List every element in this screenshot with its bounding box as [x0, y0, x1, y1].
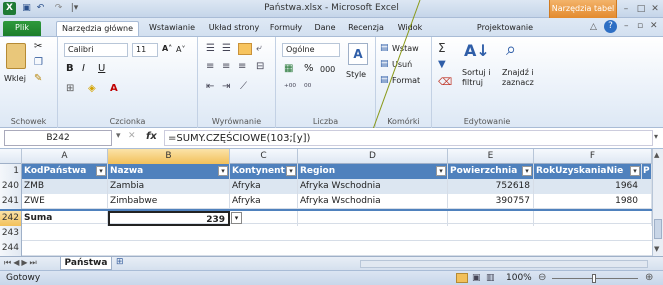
- table-cell[interactable]: 390757: [448, 194, 534, 209]
- table-cell[interactable]: [230, 211, 298, 226]
- select-all-corner[interactable]: [0, 149, 22, 164]
- row-header[interactable]: 243: [0, 226, 22, 241]
- zoom-in-icon[interactable]: ⊕: [645, 272, 653, 283]
- header-label: Nazwa: [110, 166, 144, 176]
- table-header-cell[interactable]: P: [642, 164, 652, 179]
- table-header-cell[interactable]: RokUzyskaniaNie ▾: [534, 164, 642, 179]
- table-cell[interactable]: Zimbabwe: [108, 194, 230, 209]
- table-cell[interactable]: [534, 211, 652, 226]
- filter-dropdown-icon[interactable]: ▾: [96, 166, 106, 176]
- status-ready: Gotowy: [6, 273, 41, 283]
- horizontal-scrollbar[interactable]: [360, 260, 648, 268]
- column-headers: A B C D E F: [0, 149, 663, 164]
- scroll-up-icon[interactable]: ▲: [654, 151, 659, 159]
- column-header-d[interactable]: D: [298, 149, 448, 164]
- zoom-slider-thumb[interactable]: [592, 274, 596, 283]
- table-header-cell[interactable]: Region ▾: [298, 164, 448, 179]
- total-value-cell[interactable]: 239: [108, 211, 230, 226]
- column-header-f[interactable]: F: [534, 149, 652, 164]
- total-row: 242 Suma 239 ▾: [0, 209, 652, 226]
- table-cell[interactable]: 1964: [534, 179, 652, 194]
- table-row: 240 ZMB Zambia Afryka Afryka Wschodnia 7…: [0, 179, 652, 194]
- header-label: Region: [300, 166, 336, 176]
- row-header[interactable]: 244: [0, 241, 22, 256]
- cancel-entry-icon[interactable]: ✕: [128, 131, 136, 141]
- status-bar: Gotowy ▣ ▥ 100% ⊖ ⊕: [0, 270, 663, 285]
- row-header[interactable]: 242: [0, 211, 22, 226]
- normal-view-icon[interactable]: [456, 273, 468, 283]
- expand-formula-icon[interactable]: ▾: [654, 132, 658, 141]
- table-row: 241 ZWE Zimbabwe Afryka Afryka Wschodnia…: [0, 194, 652, 209]
- filter-dropdown-icon[interactable]: ▾: [522, 166, 532, 176]
- table-cell[interactable]: [448, 211, 534, 226]
- table-cell[interactable]: Afryka Wschodnia: [298, 179, 448, 194]
- column-header-c[interactable]: C: [230, 149, 298, 164]
- formula-input[interactable]: =SUMY.CZĘŚCIOWE(103;[y]): [164, 130, 653, 146]
- table-header-cell[interactable]: Powierzchnia ▾: [448, 164, 534, 179]
- filter-dropdown-icon[interactable]: ▾: [630, 166, 640, 176]
- page-break-view-icon[interactable]: ▥: [486, 273, 495, 283]
- table-header-cell[interactable]: Nazwa ▾: [108, 164, 230, 179]
- column-header-b[interactable]: B: [108, 149, 230, 164]
- table-cell[interactable]: 752618: [448, 179, 534, 194]
- header-label: RokUzyskaniaNie: [536, 166, 624, 176]
- zoom-out-icon[interactable]: ⊖: [538, 272, 546, 283]
- table-cell[interactable]: Afryka: [230, 179, 298, 194]
- sheet-tab-panstwa[interactable]: Państwa: [60, 257, 112, 270]
- filter-dropdown-icon[interactable]: ▾: [218, 166, 228, 176]
- total-label-cell[interactable]: Suma: [22, 211, 108, 226]
- vertical-scrollbar[interactable]: ▲ ▼: [652, 149, 663, 256]
- table-cell[interactable]: Zambia: [108, 179, 230, 194]
- table-header-cell[interactable]: KodPaństwa ▾: [22, 164, 108, 179]
- insert-function-button[interactable]: fx: [146, 131, 157, 142]
- row-header[interactable]: 241: [0, 194, 22, 209]
- scroll-down-icon[interactable]: ▼: [654, 245, 659, 253]
- scroll-thumb[interactable]: [654, 219, 662, 239]
- filter-dropdown-icon[interactable]: ▾: [286, 166, 296, 176]
- table-cell[interactable]: ZWE: [22, 194, 108, 209]
- table-header-cell[interactable]: Kontynent ▾: [230, 164, 298, 179]
- column-header-e[interactable]: E: [448, 149, 534, 164]
- table-cell[interactable]: Afryka: [230, 194, 298, 209]
- row-header[interactable]: 240: [0, 179, 22, 194]
- name-box-dropdown-icon[interactable]: ▾: [116, 131, 121, 141]
- sheet-nav-icons[interactable]: ⏮◀▶⏭: [4, 258, 39, 268]
- table-cell[interactable]: [298, 211, 448, 226]
- insert-sheet-icon[interactable]: ⊞: [116, 257, 124, 267]
- table-header-row: 1 KodPaństwa ▾ Nazwa ▾ Kontynent ▾ Region ▾ …: [0, 164, 652, 179]
- zoom-level[interactable]: 100%: [506, 273, 532, 283]
- sheet-tab-bar: ⏮◀▶⏭ Państwa ⊞: [0, 256, 663, 270]
- column-header-a[interactable]: A: [22, 149, 108, 164]
- empty-row: 244: [0, 241, 652, 256]
- table-cell[interactable]: Afryka Wschodnia: [298, 194, 448, 209]
- row-header[interactable]: 1: [0, 164, 22, 179]
- formula-bar: B242 ▾ ✕ fx =SUMY.CZĘŚCIOWE(103;[y]) ▾: [0, 128, 663, 149]
- header-label: Powierzchnia: [450, 166, 518, 176]
- page-layout-view-icon[interactable]: ▣: [472, 273, 481, 283]
- name-box[interactable]: B242: [4, 130, 112, 146]
- table-cell[interactable]: 1980: [534, 194, 652, 209]
- header-label: Kontynent: [232, 166, 285, 176]
- table-cell[interactable]: ZMB: [22, 179, 108, 194]
- empty-row: 243: [0, 226, 652, 241]
- filter-dropdown-icon[interactable]: ▾: [436, 166, 446, 176]
- header-label: KodPaństwa: [24, 166, 87, 176]
